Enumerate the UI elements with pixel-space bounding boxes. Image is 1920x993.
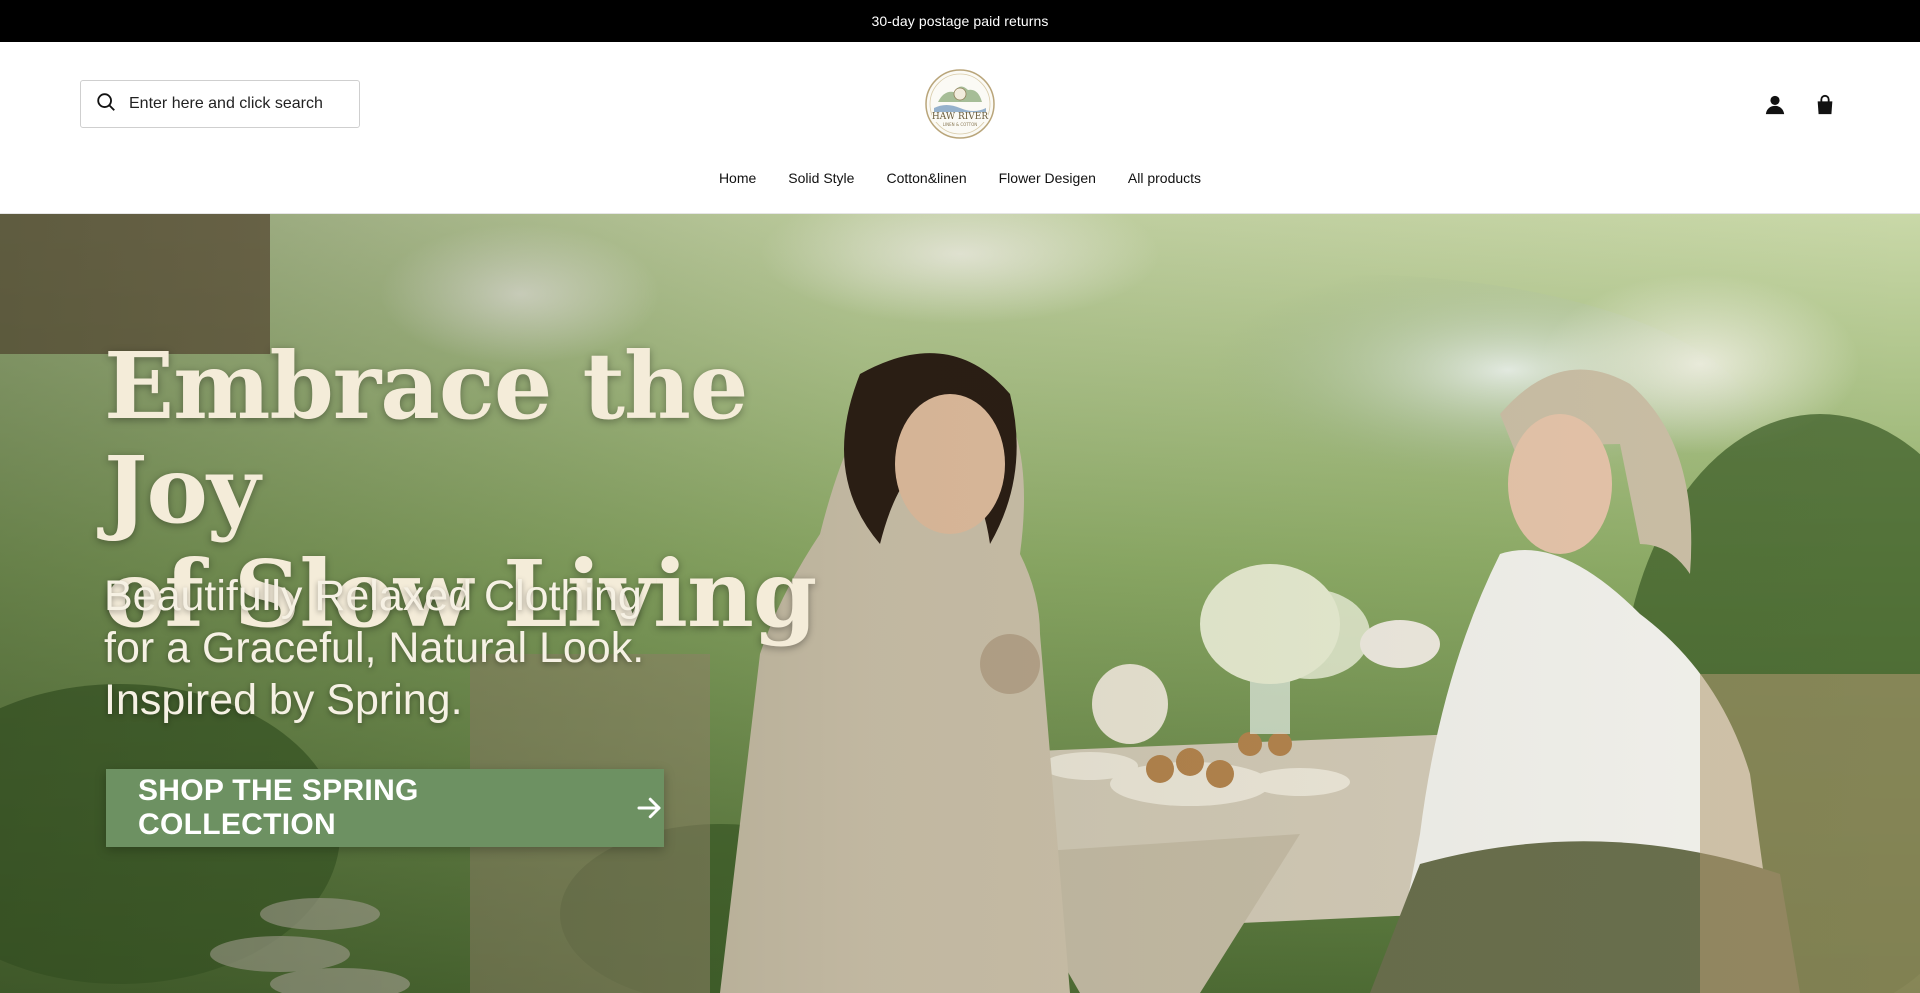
nav-item-cotton-linen[interactable]: Cotton&linen	[886, 170, 966, 186]
site-header: Enter here and click search HAW RIVER LI…	[0, 42, 1920, 214]
search-box[interactable]: Enter here and click search	[80, 80, 360, 128]
hero-subtitle: Beautifully Relaxed Clothing for a Grace…	[104, 570, 744, 726]
shop-spring-collection-button[interactable]: SHOP THE SPRING COLLECTION	[106, 769, 664, 847]
nav-item-all-products[interactable]: All products	[1128, 170, 1201, 186]
brand-logo[interactable]: HAW RIVER LINEN & COTTON	[924, 68, 996, 140]
nav-item-solid-style[interactable]: Solid Style	[788, 170, 854, 186]
hero-subtitle-line-1: Beautifully Relaxed Clothing	[104, 572, 642, 620]
hero-subtitle-line-2: for a Graceful, Natural Look.	[104, 624, 645, 672]
search-icon[interactable]	[95, 91, 117, 118]
hero-banner: Embrace the Joy of Slow Living Beautiful…	[0, 214, 1920, 993]
hero-title-line-1: Embrace the Joy	[104, 332, 748, 544]
announcement-text: 30-day postage paid returns	[871, 13, 1049, 29]
logo-tagline: LINEN & COTTON	[943, 122, 977, 127]
account-icon[interactable]	[1764, 94, 1786, 116]
logo-wordmark: HAW RIVER	[932, 112, 988, 122]
hero-subtitle-line-3: Inspired by Spring.	[104, 676, 463, 724]
nav-item-flower-design[interactable]: Flower Desigen	[999, 170, 1096, 186]
main-nav: Home Solid Style Cotton&linen Flower Des…	[0, 170, 1920, 186]
search-input[interactable]: Enter here and click search	[129, 95, 323, 113]
announcement-bar: 30-day postage paid returns	[0, 0, 1920, 42]
cta-label: SHOP THE SPRING COLLECTION	[138, 774, 419, 841]
nav-item-home[interactable]: Home	[719, 170, 756, 186]
shopping-bag-icon[interactable]	[1814, 94, 1836, 116]
arrow-right-icon	[634, 793, 664, 823]
header-actions	[1764, 94, 1836, 116]
